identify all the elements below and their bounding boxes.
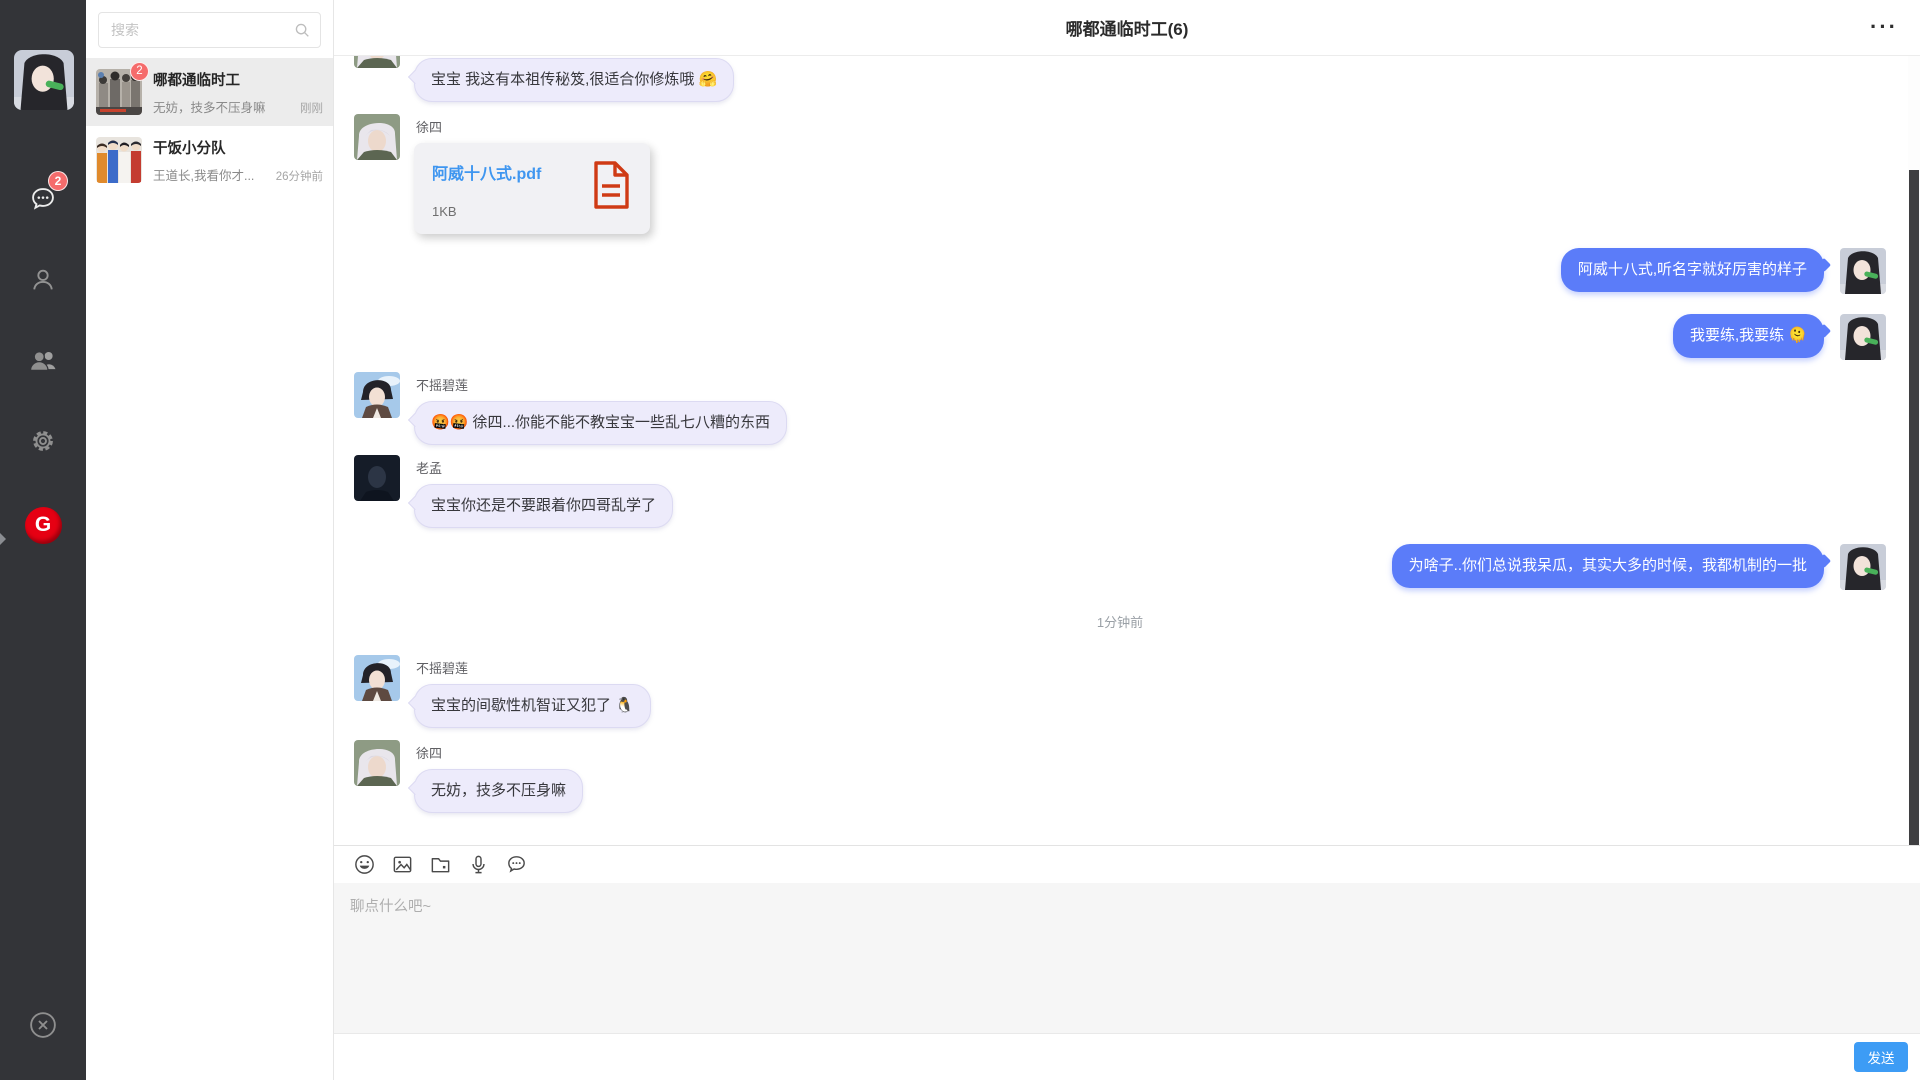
chat-history-icon [505, 853, 528, 876]
message-bubble: 宝宝的间歇性机智证又犯了 🐧 [414, 684, 651, 728]
chat-time: 刚刚 [300, 100, 323, 116]
sidebar-item-groups[interactable] [0, 339, 86, 383]
message-row: 阿威十八式,听名字就好厉害的样子 [354, 248, 1886, 294]
search-input[interactable] [99, 13, 320, 47]
sender-avatar[interactable] [354, 455, 400, 501]
chat-title: 哪都通临时工 [153, 69, 323, 90]
chat-preview: 王道长,我看你才... [153, 165, 272, 184]
own-avatar[interactable] [1840, 314, 1886, 360]
chat-history-button[interactable] [504, 853, 528, 877]
g-logo: G [25, 507, 62, 544]
sender-name: 徐四 [416, 117, 650, 136]
message-row: 为啥子..你们总说我呆瓜，其实大多的时候，我都机制的一批 [354, 544, 1886, 590]
chat-app-window: 2 G [0, 0, 1920, 1080]
message-input[interactable] [334, 883, 1920, 1033]
scrollbar-thumb[interactable] [1909, 170, 1919, 845]
message-bubble: 宝宝 我这有本祖传秘笈,很适合你修炼哦 🤗 [414, 58, 734, 102]
sidebar-item-app-logo[interactable]: G [0, 503, 86, 547]
message-row: 徐四 无妨，技多不压身嘛 [354, 740, 1886, 813]
composer-toolbar [334, 846, 1920, 883]
sender-name: 徐四 [416, 743, 583, 762]
folder-icon [429, 853, 452, 876]
sidebar-item-contacts[interactable] [0, 258, 86, 302]
image-button[interactable] [390, 853, 414, 877]
unread-badge: 2 [130, 62, 149, 81]
conversation-title: 哪都通临时工(6) [1066, 15, 1189, 40]
search-box [98, 12, 321, 48]
mic-icon [467, 853, 490, 876]
message-list: 宝宝 我这有本祖传秘笈,很适合你修炼哦 🤗 徐四 阿威十八式.pdf 1KB [334, 56, 1920, 845]
image-icon [391, 853, 414, 876]
conversation-header: 哪都通临时工(6) ··· [334, 0, 1920, 56]
file-size: 1KB [432, 204, 541, 219]
sender-avatar[interactable] [354, 56, 400, 68]
chat-preview: 无妨，技多不压身嘛 [153, 97, 296, 116]
emoji-button[interactable] [352, 853, 376, 877]
chat-list-item[interactable]: 2 哪都通临时工 无妨，技多不压身嘛 刚刚 [86, 58, 333, 126]
message-row: 不摇碧莲 🤬🤬 徐四...你能不能不教宝宝一些乱七八糟的东西 [354, 372, 1886, 445]
pdf-file-icon [590, 160, 632, 210]
chat-time: 26分钟前 [276, 168, 323, 184]
sender-name: 不摇碧莲 [416, 658, 651, 677]
sender-avatar[interactable] [354, 114, 400, 160]
emoji-icon [353, 853, 376, 876]
message-bubble: 宝宝你还是不要跟着你四哥乱学了 [414, 484, 673, 528]
contacts-icon [29, 266, 57, 294]
sender-name: 不摇碧莲 [416, 375, 787, 394]
group-avatar: 2 [96, 69, 142, 115]
sidebar-item-settings[interactable] [0, 419, 86, 463]
file-folder-button[interactable] [428, 853, 452, 877]
message-row: 不摇碧莲 宝宝的间歇性机智证又犯了 🐧 [354, 655, 1886, 728]
message-row: 宝宝 我这有本祖传秘笈,很适合你修炼哦 🤗 [354, 58, 1886, 102]
send-row: 发送 [334, 1033, 1920, 1080]
send-button[interactable]: 发送 [1854, 1042, 1908, 1072]
user-avatar-image [14, 50, 74, 110]
chat-list-item[interactable]: 干饭小分队 王道长,我看你才... 26分钟前 [86, 126, 333, 194]
gear-icon [29, 427, 57, 455]
own-avatar[interactable] [1840, 248, 1886, 294]
time-divider: 1分钟前 [354, 612, 1886, 631]
sender-avatar[interactable] [354, 372, 400, 418]
sender-name: 老孟 [416, 458, 673, 477]
chat-list-panel: 2 哪都通临时工 无妨，技多不压身嘛 刚刚 干饭小分队 王道长,我看你才... … [86, 0, 334, 1080]
chat-title: 干饭小分队 [153, 137, 323, 158]
message-bubble: 无妨，技多不压身嘛 [414, 769, 583, 813]
sender-avatar[interactable] [354, 655, 400, 701]
search-icon[interactable] [293, 21, 311, 44]
app-sidebar: 2 G [0, 0, 86, 1080]
sidebar-item-chats[interactable]: 2 [0, 177, 86, 221]
message-row: 徐四 阿威十八式.pdf 1KB [354, 114, 1886, 234]
user-avatar[interactable] [14, 50, 74, 110]
sender-avatar[interactable] [354, 740, 400, 786]
message-bubble: 我要练,我要练 🫠 [1673, 314, 1824, 358]
expand-arrow-icon[interactable] [0, 533, 6, 545]
close-icon [28, 1010, 58, 1040]
groups-icon [28, 346, 58, 376]
sidebar-item-close[interactable] [0, 1003, 86, 1047]
message-row: 我要练,我要练 🫠 [354, 314, 1886, 360]
message-bubble: 阿威十八式,听名字就好厉害的样子 [1561, 248, 1824, 292]
file-name-link[interactable]: 阿威十八式.pdf [432, 160, 541, 184]
scrollbar-track [1908, 56, 1920, 845]
group-avatar [96, 137, 142, 183]
more-options-button[interactable]: ··· [1870, 10, 1898, 44]
message-input-area [334, 883, 1920, 1033]
message-row: 老孟 宝宝你还是不要跟着你四哥乱学了 [354, 455, 1886, 528]
message-bubble: 🤬🤬 徐四...你能不能不教宝宝一些乱七八糟的东西 [414, 401, 787, 445]
conversation-pane: 哪都通临时工(6) ··· 宝宝 我这有本祖传秘笈,很适合你修炼哦 🤗 徐四 [334, 0, 1920, 1080]
message-bubble: 为啥子..你们总说我呆瓜，其实大多的时候，我都机制的一批 [1392, 544, 1824, 588]
composer: 发送 [334, 845, 1920, 1080]
file-attachment-card[interactable]: 阿威十八式.pdf 1KB [414, 143, 650, 234]
voice-button[interactable] [466, 853, 490, 877]
chats-unread-badge: 2 [48, 171, 68, 191]
own-avatar[interactable] [1840, 544, 1886, 590]
